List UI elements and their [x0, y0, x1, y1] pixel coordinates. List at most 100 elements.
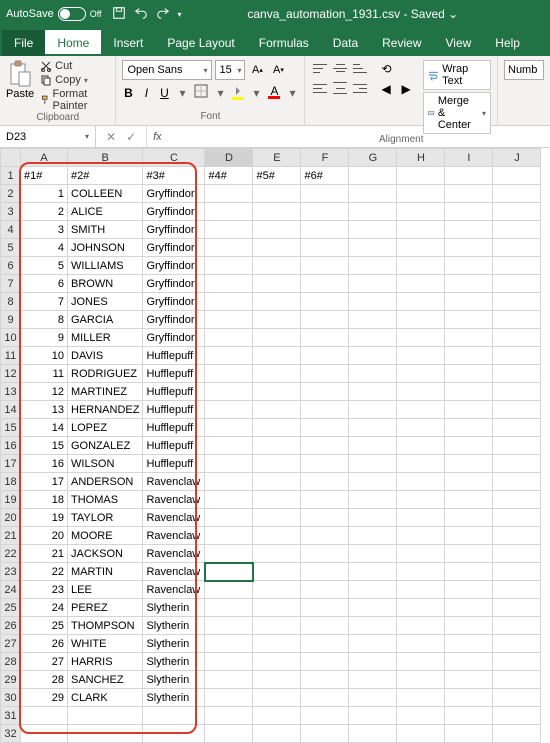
- cell-I1[interactable]: [445, 167, 493, 185]
- cell-G30[interactable]: [349, 689, 397, 707]
- cell-E7[interactable]: [253, 275, 301, 293]
- cell-B21[interactable]: MOORE: [68, 527, 143, 545]
- cell-A6[interactable]: 5: [21, 257, 68, 275]
- cell-F17[interactable]: [301, 455, 349, 473]
- cell-E10[interactable]: [253, 329, 301, 347]
- cell-C13[interactable]: Hufflepuff: [143, 383, 205, 401]
- row-header-7[interactable]: 7: [1, 275, 21, 293]
- cell-J1[interactable]: [493, 167, 541, 185]
- cell-I21[interactable]: [445, 527, 493, 545]
- cell-D13[interactable]: [205, 383, 253, 401]
- cell-A12[interactable]: 11: [21, 365, 68, 383]
- row-header-15[interactable]: 15: [1, 419, 21, 437]
- cell-H22[interactable]: [397, 545, 445, 563]
- increase-font-icon[interactable]: A▴: [248, 61, 266, 79]
- cell-H12[interactable]: [397, 365, 445, 383]
- cell-G23[interactable]: [349, 563, 397, 581]
- cell-E15[interactable]: [253, 419, 301, 437]
- cell-H3[interactable]: [397, 203, 445, 221]
- cell-H18[interactable]: [397, 473, 445, 491]
- cell-D4[interactable]: [205, 221, 253, 239]
- cell-C20[interactable]: Ravenclaw: [143, 509, 205, 527]
- tab-view[interactable]: View: [434, 30, 484, 56]
- cell-E21[interactable]: [253, 527, 301, 545]
- cell-C1[interactable]: #3#: [143, 167, 205, 185]
- row-header-21[interactable]: 21: [1, 527, 21, 545]
- copy-button[interactable]: Copy▾: [40, 74, 109, 86]
- tab-home[interactable]: Home: [45, 30, 101, 56]
- cell-B2[interactable]: COLLEEN: [68, 185, 143, 203]
- cell-G24[interactable]: [349, 581, 397, 599]
- col-header-G[interactable]: G: [349, 149, 397, 167]
- increase-indent-button[interactable]: ▶: [399, 80, 417, 96]
- cell-A15[interactable]: 14: [21, 419, 68, 437]
- cell-D21[interactable]: [205, 527, 253, 545]
- cell-E2[interactable]: [253, 185, 301, 203]
- cell-B24[interactable]: LEE: [68, 581, 143, 599]
- row-header-3[interactable]: 3: [1, 203, 21, 221]
- cell-D24[interactable]: [205, 581, 253, 599]
- cell-D28[interactable]: [205, 653, 253, 671]
- cell-F25[interactable]: [301, 599, 349, 617]
- document-title[interactable]: canva_automation_1931.csv - Saved ⌄: [247, 7, 458, 21]
- row-header-13[interactable]: 13: [1, 383, 21, 401]
- cell-I23[interactable]: [445, 563, 493, 581]
- cell-E32[interactable]: [253, 725, 301, 743]
- cell-J28[interactable]: [493, 653, 541, 671]
- cell-H29[interactable]: [397, 671, 445, 689]
- cell-E18[interactable]: [253, 473, 301, 491]
- tab-file[interactable]: File: [2, 30, 45, 56]
- row-header-27[interactable]: 27: [1, 635, 21, 653]
- cell-H2[interactable]: [397, 185, 445, 203]
- cell-C10[interactable]: Gryffindor: [143, 329, 205, 347]
- worksheet[interactable]: ABCDEFGHIJ 1#1##2##3##4##5##6#21COLLEENG…: [0, 148, 550, 743]
- cell-C15[interactable]: Hufflepuff: [143, 419, 205, 437]
- cell-I32[interactable]: [445, 725, 493, 743]
- cell-D18[interactable]: [205, 473, 253, 491]
- tab-page-layout[interactable]: Page Layout: [155, 30, 246, 56]
- cell-H17[interactable]: [397, 455, 445, 473]
- cell-J21[interactable]: [493, 527, 541, 545]
- cell-I26[interactable]: [445, 617, 493, 635]
- number-format-select[interactable]: Numb: [504, 60, 544, 80]
- cell-D12[interactable]: [205, 365, 253, 383]
- cell-G22[interactable]: [349, 545, 397, 563]
- col-header-A[interactable]: A: [21, 149, 68, 167]
- cell-B28[interactable]: HARRIS: [68, 653, 143, 671]
- cell-F28[interactable]: [301, 653, 349, 671]
- cell-C32[interactable]: [143, 725, 205, 743]
- cell-F7[interactable]: [301, 275, 349, 293]
- cell-I28[interactable]: [445, 653, 493, 671]
- cell-D16[interactable]: [205, 437, 253, 455]
- cell-I8[interactable]: [445, 293, 493, 311]
- cell-J18[interactable]: [493, 473, 541, 491]
- redo-icon[interactable]: [156, 6, 170, 23]
- cell-D22[interactable]: [205, 545, 253, 563]
- cell-D20[interactable]: [205, 509, 253, 527]
- cell-A11[interactable]: 10: [21, 347, 68, 365]
- cell-I14[interactable]: [445, 401, 493, 419]
- row-header-17[interactable]: 17: [1, 455, 21, 473]
- cell-F14[interactable]: [301, 401, 349, 419]
- cell-I30[interactable]: [445, 689, 493, 707]
- cell-J29[interactable]: [493, 671, 541, 689]
- cell-E3[interactable]: [253, 203, 301, 221]
- cell-C14[interactable]: Hufflepuff: [143, 401, 205, 419]
- cell-D3[interactable]: [205, 203, 253, 221]
- cell-B26[interactable]: THOMPSON: [68, 617, 143, 635]
- cell-E26[interactable]: [253, 617, 301, 635]
- cell-C2[interactable]: Gryffindor: [143, 185, 205, 203]
- cell-G19[interactable]: [349, 491, 397, 509]
- formula-bar[interactable]: [168, 126, 550, 147]
- cell-B27[interactable]: WHITE: [68, 635, 143, 653]
- undo-icon[interactable]: [134, 6, 148, 23]
- cell-B23[interactable]: MARTIN: [68, 563, 143, 581]
- cell-G18[interactable]: [349, 473, 397, 491]
- col-header-D[interactable]: D: [205, 149, 253, 167]
- cell-I31[interactable]: [445, 707, 493, 725]
- cell-B22[interactable]: JACKSON: [68, 545, 143, 563]
- tab-formulas[interactable]: Formulas: [247, 30, 321, 56]
- cell-B4[interactable]: SMITH: [68, 221, 143, 239]
- cell-A8[interactable]: 7: [21, 293, 68, 311]
- cell-G32[interactable]: [349, 725, 397, 743]
